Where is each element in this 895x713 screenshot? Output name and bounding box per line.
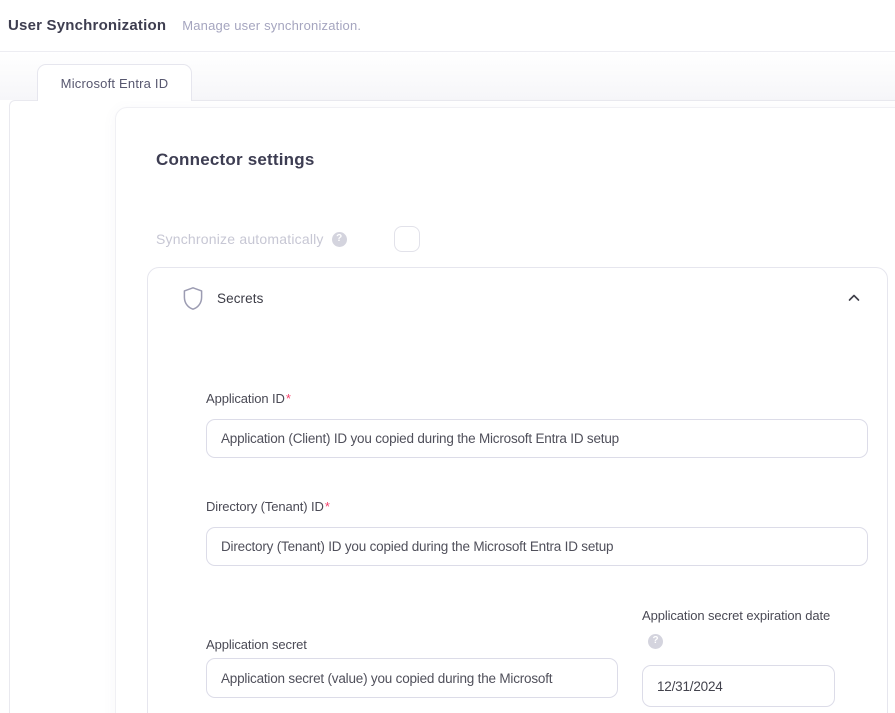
secrets-section: Secrets Application ID* Directory (Tenan… [147, 267, 888, 713]
connector-settings-title: Connector settings [156, 150, 315, 170]
expiration-date-input[interactable] [642, 665, 835, 707]
shield-icon [182, 286, 204, 311]
page-title: User Synchronization [8, 17, 166, 34]
application-id-label: Application ID* [206, 389, 291, 409]
help-icon[interactable]: ? [648, 634, 663, 649]
connector-settings-card: Connector settings Synchronize automatic… [115, 107, 895, 713]
application-secret-label: Application secret [206, 635, 307, 655]
chevron-up-icon[interactable] [847, 291, 861, 305]
synchronize-automatically-row: Synchronize automatically ? [156, 226, 420, 252]
tab-label: Microsoft Entra ID [61, 76, 169, 91]
user-synchronization-page: User Synchronization Manage user synchro… [0, 0, 895, 713]
synchronize-automatically-label: Synchronize automatically [156, 231, 324, 247]
tab-bar: Microsoft Entra ID [0, 52, 895, 100]
required-mark: * [286, 391, 291, 406]
page-header: User Synchronization Manage user synchro… [0, 0, 895, 52]
application-secret-input[interactable] [206, 658, 618, 698]
tab-microsoft-entra-id[interactable]: Microsoft Entra ID [37, 64, 192, 101]
page-subtitle: Manage user synchronization. [182, 18, 361, 33]
help-icon[interactable]: ? [332, 232, 347, 247]
application-id-input[interactable] [206, 419, 868, 458]
directory-tenant-id-input[interactable] [206, 527, 868, 566]
required-mark: * [325, 499, 330, 514]
secrets-accordion-header[interactable]: Secrets [148, 268, 887, 328]
expiration-date-label: Application secret expiration date? [642, 606, 842, 649]
synchronize-automatically-checkbox[interactable] [394, 226, 420, 252]
secrets-title: Secrets [217, 291, 263, 306]
directory-tenant-id-label: Directory (Tenant) ID* [206, 497, 330, 517]
